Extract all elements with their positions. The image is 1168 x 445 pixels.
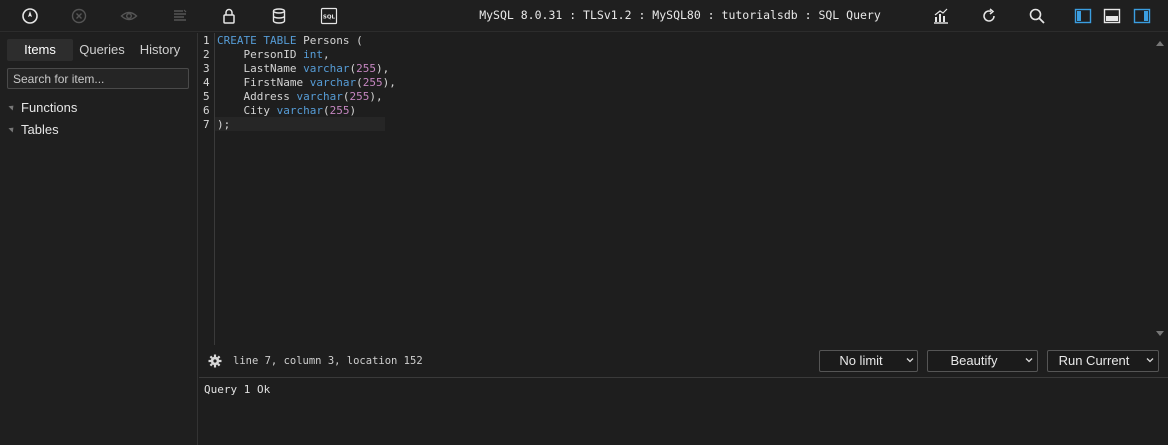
sidebar-tabs: Items Queries History [7,39,189,61]
chevron-down-icon [1146,358,1154,363]
tree-item-label: Functions [21,99,78,115]
line-number: 6 [203,104,210,117]
line-number: 3 [203,62,210,75]
tree-item-functions[interactable]: Functions [8,99,78,115]
sql-text: Persons ( [296,34,363,47]
beautify-dropdown[interactable]: Beautify [927,350,1038,372]
expand-arrow-icon[interactable] [8,102,16,111]
sql-text: ), [369,90,383,103]
expand-arrow-icon[interactable] [8,124,16,133]
layout-right-icon[interactable] [1132,6,1152,26]
tab-queries[interactable]: Queries [73,39,131,61]
sql-number: 255 [349,90,370,103]
sql-text: , [322,48,330,61]
line-number: 2 [203,48,210,61]
database-icon[interactable] [269,6,289,26]
chevron-down-icon [1025,358,1033,363]
limit-dropdown-label: No limit [839,353,883,368]
tree-item-label: Tables [21,121,59,137]
result-pane: Query 1 Ok [199,379,1168,445]
sql-text: ) [349,104,357,117]
tab-items[interactable]: Items [7,39,73,61]
line-number: 4 [203,76,210,89]
sql-text: ), [382,76,396,89]
run-current-label: Run Current [1058,353,1130,368]
editor-status-bar: line 7, column 3, location 152 No limit … [199,345,1168,378]
search-input[interactable] [7,68,189,89]
tab-history[interactable]: History [131,39,189,61]
code-line: CREATE TABLE Persons ( [217,34,363,48]
code-line: PersonID int, [217,48,330,62]
tree-item-tables[interactable]: Tables [8,121,59,137]
sql-keyword: varchar [303,62,350,75]
line-number-gutter: 1234567 [199,33,215,345]
sql-editor[interactable]: 1234567 CREATE TABLE Persons ( PersonID … [199,33,1168,345]
list-lines-icon[interactable] [170,6,190,26]
compass-icon[interactable] [20,6,40,26]
sql-number: 255 [356,62,376,75]
line-number: 7 [203,118,210,131]
sql-text: Address [217,90,297,103]
sql-number: 255 [362,76,383,89]
sql-keyword: varchar [276,104,323,117]
sql-text: PersonID [217,48,304,61]
sql-text: LastName [217,62,304,75]
line-number: 5 [203,90,210,103]
chevron-down-icon [906,358,914,363]
eye-icon[interactable] [119,6,139,26]
code-line: Address varchar(255), [217,90,383,104]
sql-text: ( [322,104,330,117]
lock-icon[interactable] [219,6,239,26]
toolbar: SQL MySQL 8.0.31 : TLSv1.2 : MySQL80 : t… [0,0,1168,32]
code-line: LastName varchar(255), [217,62,389,76]
code-line: City varchar(255) [217,104,356,118]
sql-text: ( [356,76,363,89]
chart-icon[interactable] [931,6,951,26]
sql-icon[interactable]: SQL [319,6,339,26]
sql-keyword: CREATE TABLE [217,34,297,47]
search-icon[interactable] [1027,6,1047,26]
sql-keyword: int [303,48,323,61]
refresh-icon[interactable] [979,6,999,26]
sql-keyword: varchar [309,76,357,89]
cursor-position: line 7, column 3, location 152 [233,355,423,367]
scroll-up-arrow-icon[interactable] [1156,41,1164,46]
layout-left-icon[interactable] [1073,6,1093,26]
sql-text: ), [375,62,390,75]
code-line: ); [217,118,230,132]
active-line-highlight [215,117,385,131]
beautify-dropdown-label: Beautify [950,353,998,368]
run-current-dropdown[interactable]: Run Current [1047,350,1159,372]
sql-number: 255 [329,104,350,117]
sql-keyword: varchar [296,90,343,103]
sql-icon-label: SQL [323,15,336,21]
connection-title: MySQL 8.0.31 : TLSv1.2 : MySQL80 : tutor… [479,8,881,22]
query-result-message: Query 1 Ok [204,383,271,396]
scroll-down-arrow-icon[interactable] [1156,331,1164,336]
code-line: FirstName varchar(255), [217,76,396,90]
line-number: 1 [203,34,210,47]
sidebar: Items Queries History Functions Tables [0,33,198,445]
gear-icon[interactable] [208,354,222,368]
cancel-icon[interactable] [69,6,89,26]
sql-text: FirstName [217,76,310,89]
sql-text: City [217,104,277,117]
layout-bottom-icon[interactable] [1102,6,1122,26]
sql-text: ); [217,118,231,131]
limit-dropdown[interactable]: No limit [819,350,918,372]
